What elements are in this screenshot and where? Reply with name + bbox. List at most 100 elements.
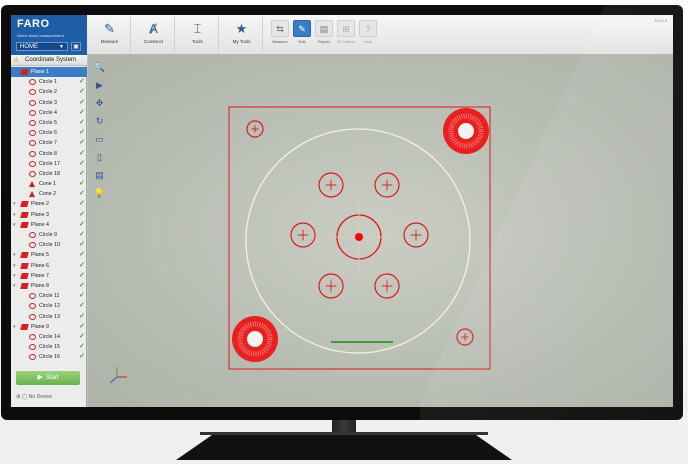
tree-item[interactable]: ▾ Plane 2 ✓ bbox=[11, 199, 87, 209]
tree-item[interactable]: ▾ Plane 8 ✓ bbox=[11, 281, 87, 291]
start-label: Start bbox=[45, 375, 59, 381]
expand-arrow-icon[interactable]: ▾ bbox=[13, 199, 16, 209]
tree-item[interactable]: Circle 4 ✓ bbox=[11, 108, 87, 118]
toolbar-help-button[interactable]: ? Help bbox=[357, 20, 379, 52]
expand-arrow-icon[interactable]: ▾ bbox=[13, 210, 16, 220]
tree-item[interactable]: Circle 12 ✓ bbox=[11, 301, 87, 311]
tree-header[interactable]: ⅄ Coordinate System bbox=[11, 55, 87, 66]
plane-icon bbox=[20, 262, 29, 269]
pan-icon[interactable]: ✥ bbox=[92, 96, 107, 111]
tree-item-label: Circle 18 bbox=[39, 170, 60, 177]
tree-item[interactable]: Circle 15 ✓ bbox=[11, 342, 87, 352]
tree-item[interactable]: ▾ Plane 3 ✓ bbox=[11, 210, 87, 220]
expand-arrow-icon[interactable]: ▾ bbox=[13, 220, 16, 230]
tree-item[interactable]: Circle 17 ✓ bbox=[11, 159, 87, 169]
camera-icon[interactable]: ▶ bbox=[92, 78, 107, 93]
check-icon: ✓ bbox=[79, 180, 85, 188]
hole-feature bbox=[403, 222, 429, 248]
toolbar-my-tools-button[interactable]: ★ My Tools bbox=[221, 17, 263, 53]
tree-item-label: Plane 6 bbox=[31, 262, 49, 269]
tree-item[interactable]: ▾ Plane 7 ✓ bbox=[11, 271, 87, 281]
tree-item[interactable]: Circle 1 ✓ bbox=[11, 77, 87, 87]
expand-arrow-icon[interactable]: ▾ bbox=[13, 250, 16, 260]
start-button[interactable]: ▶ Start bbox=[16, 371, 80, 385]
tree-item[interactable]: Circle 18 ✓ bbox=[11, 169, 87, 179]
device-status: ⚙ ◯ No Device bbox=[16, 394, 52, 400]
tree-header-label: Coordinate System bbox=[25, 57, 77, 63]
large-bore-circle bbox=[245, 128, 471, 354]
tools-icon: ⌶ bbox=[193, 21, 202, 36]
tree-item-label: Circle 3 bbox=[39, 99, 57, 106]
toolbar-report-button[interactable]: ▤ Report bbox=[313, 20, 335, 52]
expand-arrow-icon[interactable]: ▾ bbox=[13, 281, 16, 291]
tree-item[interactable]: Circle 10 ✓ bbox=[11, 240, 87, 250]
view-side-icon[interactable]: ▯ bbox=[92, 150, 107, 165]
callout-icon: ⊞ bbox=[337, 20, 355, 37]
toolbar-edit-button[interactable]: ✎ Edit bbox=[291, 20, 313, 52]
tree-item[interactable]: Circle 9 ✓ bbox=[11, 230, 87, 240]
expand-arrow-icon[interactable]: ▾ bbox=[13, 261, 16, 271]
zoom-icon[interactable]: 🔍 bbox=[92, 60, 107, 75]
toolbar-3d-callout-button[interactable]: ⊞ 3D Callout bbox=[335, 20, 357, 52]
toolbar-measure-button[interactable]: ✎ Measure bbox=[89, 17, 131, 53]
toolbar-measure-button[interactable]: ⇆ Measure bbox=[269, 20, 291, 52]
expand-arrow-icon[interactable]: ▾ bbox=[13, 67, 16, 77]
tree-item[interactable]: Circle 11 ✓ bbox=[11, 291, 87, 301]
tree-item[interactable]: Circle 8 ✓ bbox=[11, 149, 87, 159]
tree-item-label: Circle 15 bbox=[39, 344, 60, 351]
hole-feature bbox=[374, 172, 400, 198]
compass-icon: Ⱥ bbox=[149, 21, 158, 36]
expand-arrow-icon[interactable]: ▾ bbox=[13, 271, 16, 281]
coordinate-system-icon: ⅄ bbox=[14, 57, 19, 64]
light-icon[interactable]: 💡 bbox=[92, 186, 107, 201]
circle-icon bbox=[29, 150, 36, 157]
toolbar-tools-button[interactable]: ⌶ Tools bbox=[177, 17, 219, 53]
expand-arrow-icon[interactable]: ▾ bbox=[13, 322, 16, 332]
toolbar-construct-button[interactable]: Ⱥ Construct bbox=[133, 17, 175, 53]
tree-item[interactable]: Circle 5 ✓ bbox=[11, 118, 87, 128]
tree-item[interactable]: Circle 14 ✓ bbox=[11, 332, 87, 342]
tree-item-label: Circle 16 bbox=[39, 354, 60, 361]
tree-item-label: Circle 9 bbox=[39, 232, 57, 238]
home-dropdown[interactable]: HOME ▼ bbox=[16, 42, 68, 51]
tree-item[interactable]: ▾ Plane 9 ✓ bbox=[11, 322, 87, 332]
tree-item[interactable]: ▾ Plane 1 ✓ bbox=[11, 67, 87, 78]
circle-icon bbox=[29, 109, 36, 116]
3d-viewport[interactable]: 🔍 ▶ ✥ ↻ ▭ ▯ ▤ 💡 bbox=[88, 55, 673, 407]
view-front-icon[interactable]: ▭ bbox=[92, 132, 107, 147]
part-drawing bbox=[228, 106, 491, 370]
tree-item[interactable]: ▾ Plane 4 ✓ bbox=[11, 220, 87, 230]
version-label: 5.0.0.9 bbox=[654, 18, 667, 23]
tree-item[interactable]: Circle 7 ✓ bbox=[11, 138, 87, 148]
tree-item[interactable]: ▾ Plane 6 ✓ bbox=[11, 261, 87, 271]
tree-item[interactable]: Circle 3 ✓ bbox=[11, 98, 87, 108]
tree-item-label: Circle 10 bbox=[39, 242, 60, 249]
stand-highlight bbox=[200, 432, 488, 435]
save-button[interactable]: ▣ bbox=[71, 42, 81, 51]
check-icon: ✓ bbox=[79, 190, 85, 198]
tree-item[interactable]: Circle 13 ✓ bbox=[11, 312, 87, 322]
cone-top-right bbox=[443, 108, 489, 154]
probe-icon: ✎ bbox=[104, 21, 115, 36]
tree-item[interactable]: ▾ Plane 5 ✓ bbox=[11, 250, 87, 260]
center-feature bbox=[320, 201, 398, 277]
tree-item-label: Circle 6 bbox=[39, 130, 57, 137]
tree-item[interactable]: Cone 1 ✓ bbox=[11, 179, 87, 189]
tree-item[interactable]: Cone 2 ✓ bbox=[11, 189, 87, 199]
check-icon: ✓ bbox=[79, 129, 85, 137]
view-top-icon[interactable]: ▤ bbox=[92, 168, 107, 183]
feature-tree-panel: ⅄ Coordinate System ▾ Plane 1 ✓ Circle 1 ✓ Ci… bbox=[11, 55, 87, 407]
circle-icon bbox=[29, 160, 36, 167]
tree-item-label: Cone 2 bbox=[39, 191, 57, 198]
rotate-icon[interactable]: ↻ bbox=[92, 114, 107, 129]
plane-icon bbox=[20, 69, 29, 75]
circle-icon bbox=[29, 354, 36, 361]
circle-icon bbox=[29, 232, 36, 238]
cone-icon bbox=[29, 191, 35, 198]
tree-item-label: Circle 5 bbox=[39, 119, 57, 126]
plane-icon bbox=[20, 252, 29, 259]
tree-item[interactable]: Circle 16 ✓ bbox=[11, 352, 87, 362]
tree-item[interactable]: Circle 6 ✓ bbox=[11, 128, 87, 138]
tree-item[interactable]: Circle 2 ✓ bbox=[11, 87, 87, 97]
tree-item-label: Plane 3 bbox=[31, 211, 49, 218]
